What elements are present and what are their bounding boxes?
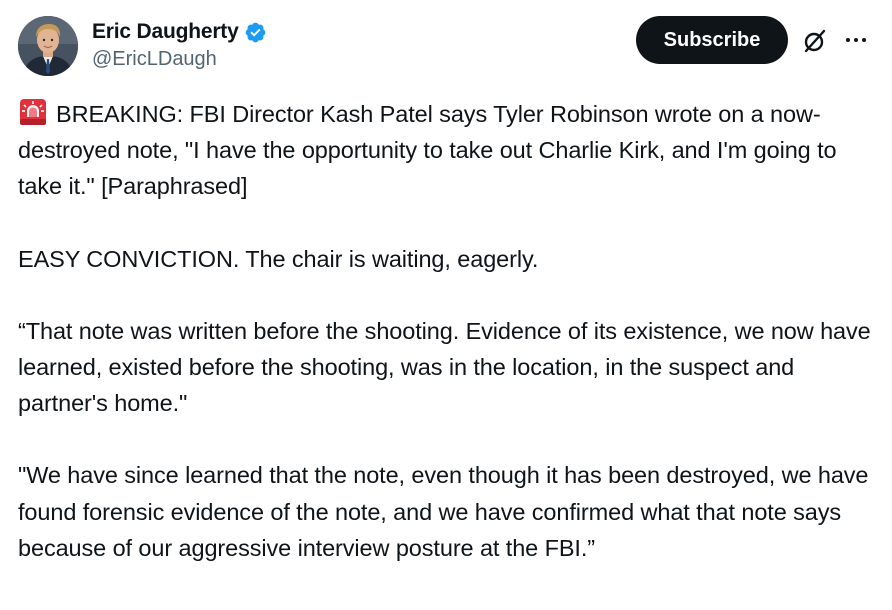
post-paragraph: EASY CONVICTION. The chair is waiting, e… (18, 245, 539, 272)
name-row: Eric Daugherty (92, 18, 267, 46)
post-header: Eric Daugherty @EricLDaugh Subscribe (18, 16, 874, 78)
user-handle[interactable]: @EricLDaugh (92, 48, 267, 71)
post-paragraph: “That note was written before the shooti… (18, 317, 871, 417)
subscribe-button[interactable]: Subscribe (636, 16, 788, 64)
post-paragraph: "We have since learned that the note, ev… (18, 462, 869, 561)
display-name[interactable]: Eric Daugherty (92, 20, 239, 44)
avatar[interactable] (18, 16, 78, 76)
grok-icon[interactable] (802, 28, 828, 54)
post-text: BREAKING: FBI Director Kash Patel says T… (18, 96, 878, 602)
more-icon[interactable] (842, 26, 870, 54)
post-paragraph-text: BREAKING: FBI Director Kash Patel says T… (18, 101, 837, 200)
siren-icon (18, 97, 48, 127)
profile-photo (18, 16, 78, 76)
post-paragraph: BREAKING: FBI Director Kash Patel says T… (18, 96, 878, 205)
author-identity[interactable]: Eric Daugherty @EricLDaugh (92, 18, 267, 71)
post: Eric Daugherty @EricLDaugh Subscribe BRE… (0, 0, 892, 610)
verified-badge-icon (244, 21, 267, 44)
